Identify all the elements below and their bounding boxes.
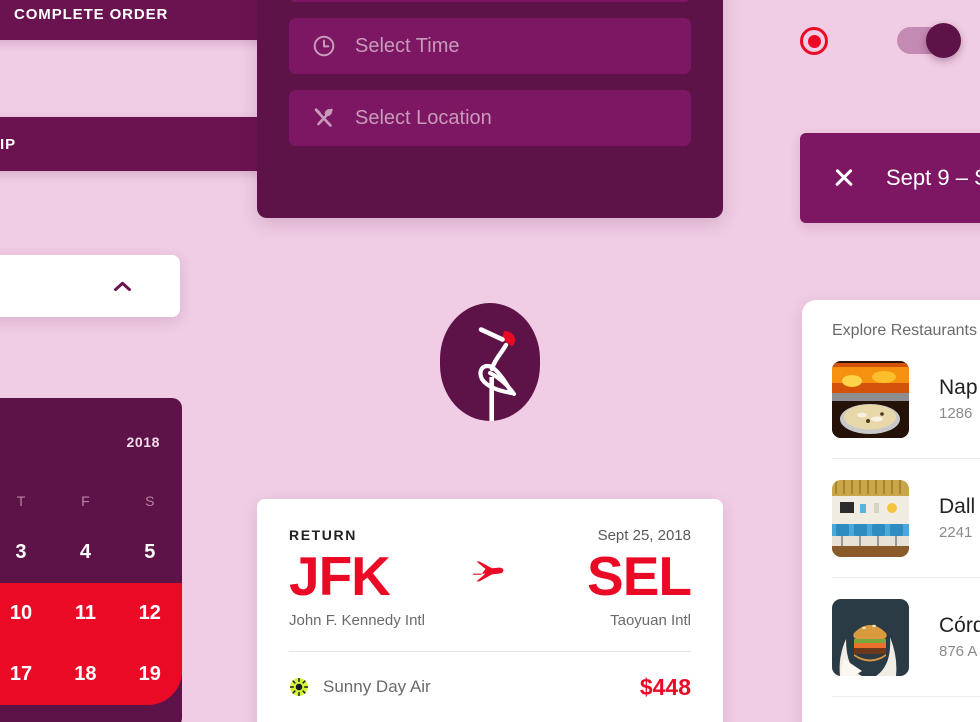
restaurant-name: Dall	[939, 495, 976, 518]
restaurant-info: Dall 2241	[939, 495, 975, 541]
ticket-header: RETURN Sept 25, 2018	[289, 527, 691, 544]
restaurant-meta: 1286	[939, 405, 973, 422]
ticket-destination-code: SEL	[587, 545, 692, 607]
calendar-day[interactable]: 3	[0, 541, 53, 564]
booking-field-location-value: Select Location	[355, 106, 492, 129]
toggle-knob[interactable]	[926, 23, 961, 58]
calendar-year: 2018	[126, 434, 160, 450]
restaurant-name: Nap	[939, 376, 978, 399]
calendar-day[interactable]: 17	[0, 663, 53, 686]
clock-icon	[311, 33, 337, 59]
ticket-footer: Sunny Day Air $448	[289, 674, 691, 701]
restaurant-meta: 876 A	[939, 643, 978, 660]
restaurant-info: Nap 1286	[939, 376, 978, 422]
pizza-photo	[832, 360, 909, 438]
burger-photo	[832, 598, 909, 676]
booking-field-date[interactable]: Sept 4 TONIGHT	[289, 0, 691, 2]
list-item[interactable]: Nap 1286	[832, 340, 980, 459]
ticket-date: Sept 25, 2018	[597, 527, 691, 544]
calendar-dow: S	[145, 493, 155, 509]
sun-icon	[289, 677, 309, 697]
restaurant-name: Córd	[939, 614, 980, 637]
airplane-icon	[469, 555, 507, 598]
ticket-origin-name: John F. Kennedy Intl	[289, 611, 425, 629]
ticket-airport-names: John F. Kennedy Intl Taoyuan Intl	[289, 612, 691, 629]
calendar-day[interactable]: 4	[53, 541, 117, 564]
radio-button-selected[interactable]	[800, 27, 828, 55]
secondary-pill-button[interactable]: IP	[0, 117, 290, 171]
flight-ticket-card[interactable]: RETURN Sept 25, 2018 JFK SEL John F. Ken…	[257, 499, 723, 722]
booking-field-location[interactable]: Select Location	[289, 90, 691, 146]
ticket-divider	[289, 650, 691, 652]
ticket-price: $448	[639, 673, 691, 700]
calendar-day[interactable]: 19	[118, 663, 182, 686]
cutlery-icon	[311, 105, 337, 131]
list-item[interactable]: Córd 876 A	[832, 578, 980, 697]
complete-order-label: COMPLETE ORDER	[14, 5, 169, 23]
radio-dot-icon	[807, 34, 821, 48]
date-range-label: Sept 9 – S	[886, 165, 980, 190]
date-range-chip[interactable]: Sept 9 – S	[800, 133, 980, 223]
flamingo-logo	[440, 303, 540, 421]
complete-order-button[interactable]: COMPLETE ORDER	[0, 0, 290, 40]
cafe-photo	[832, 479, 909, 557]
ticket-airline-name: Sunny Day Air	[323, 677, 431, 697]
ticket-kicker: RETURN	[289, 527, 357, 543]
toggle-switch-on[interactable]	[897, 23, 961, 58]
calendar-week-row-selected[interactable]: 10 11 12	[0, 583, 182, 644]
list-item[interactable]: Dall 2241	[832, 459, 980, 578]
calendar-widget[interactable]: 2018 T F S 3 4 5 10 11 12 17 18 19	[0, 398, 182, 722]
restaurant-info: Córd 876 A	[939, 614, 980, 660]
calendar-dow: F	[81, 493, 90, 509]
booking-field-time[interactable]: Select Time	[289, 18, 691, 74]
calendar-day[interactable]: 12	[118, 602, 182, 625]
calendar-day[interactable]: 10	[0, 602, 53, 625]
calendar-day[interactable]: 18	[53, 663, 117, 686]
calendar-grid: T F S 3 4 5 10 11 12 17 18 19	[0, 480, 182, 705]
ticket-destination-name: Taoyuan Intl	[610, 611, 691, 629]
app-canvas: COMPLETE ORDER IP ion 2018 T F S 3 4 5	[0, 0, 980, 722]
restaurant-meta: 2241	[939, 524, 973, 541]
secondary-pill-label: IP	[0, 135, 16, 153]
explore-restaurants-card: Explore Restaurants Nap 1286 Dall 2241 C…	[802, 300, 980, 722]
booking-field-time-value: Select Time	[355, 34, 460, 57]
calendar-day-headers: T F S	[0, 480, 182, 522]
dropdown-select[interactable]: ion	[0, 255, 180, 317]
ticket-airline: Sunny Day Air	[289, 677, 431, 697]
ticket-route: JFK SEL	[289, 545, 692, 607]
close-icon[interactable]	[832, 166, 856, 190]
calendar-day[interactable]: 5	[118, 541, 182, 564]
calendar-day[interactable]: 11	[53, 602, 117, 625]
booking-panel: Sept 4 TONIGHT Select Time	[257, 0, 723, 218]
calendar-dow: T	[16, 493, 26, 509]
chevron-up-icon[interactable]	[114, 281, 132, 292]
calendar-week-row[interactable]: 3 4 5	[0, 522, 182, 583]
explore-restaurants-title: Explore Restaurants	[832, 322, 977, 339]
calendar-week-row-selected[interactable]: 17 18 19	[0, 644, 182, 705]
ticket-origin-code: JFK	[289, 545, 391, 607]
